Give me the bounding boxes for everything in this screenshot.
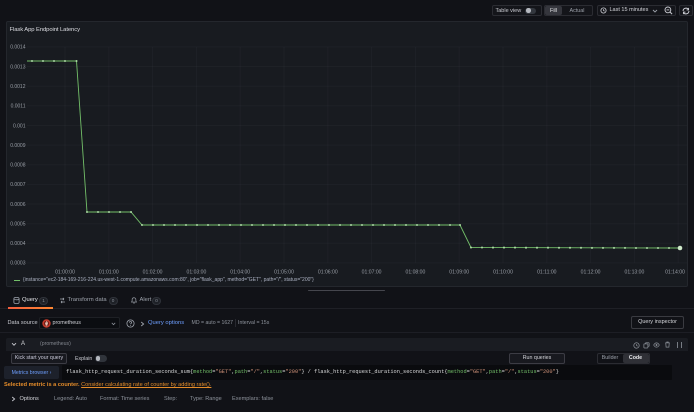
svg-text:01:13:00: 01:13:00	[624, 270, 644, 276]
svg-text:0.0008: 0.0008	[10, 163, 26, 169]
svg-text:01:09:00: 01:09:00	[449, 270, 469, 276]
svg-text:0.0007: 0.0007	[10, 182, 26, 188]
svg-text:01:14:00: 01:14:00	[665, 270, 685, 276]
svg-text:0.0005: 0.0005	[10, 222, 26, 228]
svg-text:01:10:00: 01:10:00	[493, 270, 513, 276]
svg-text:0.0013: 0.0013	[10, 64, 26, 70]
svg-text:01:03:00: 01:03:00	[186, 270, 206, 276]
svg-text:01:07:00: 01:07:00	[362, 270, 382, 276]
svg-text:01:02:00: 01:02:00	[143, 270, 163, 276]
svg-text:0.0014: 0.0014	[10, 45, 26, 51]
svg-text:01:12:00: 01:12:00	[581, 270, 601, 276]
svg-text:01:04:00: 01:04:00	[230, 270, 250, 276]
svg-text:01:08:00: 01:08:00	[405, 270, 425, 276]
svg-text:0.0011: 0.0011	[11, 104, 26, 110]
svg-text:01:11:00: 01:11:00	[537, 270, 557, 276]
svg-text:0.0012: 0.0012	[10, 84, 26, 90]
svg-text:0.0003: 0.0003	[10, 261, 26, 267]
svg-text:01:00:00: 01:00:00	[55, 270, 75, 276]
svg-text:0.001: 0.001	[13, 123, 26, 129]
svg-text:0.0006: 0.0006	[10, 202, 26, 208]
svg-text:01:05:00: 01:05:00	[274, 270, 294, 276]
svg-text:01:01:00: 01:01:00	[99, 270, 119, 276]
svg-text:0.0004: 0.0004	[10, 241, 26, 247]
svg-text:0.0009: 0.0009	[10, 143, 26, 149]
svg-text:01:06:00: 01:06:00	[318, 270, 338, 276]
